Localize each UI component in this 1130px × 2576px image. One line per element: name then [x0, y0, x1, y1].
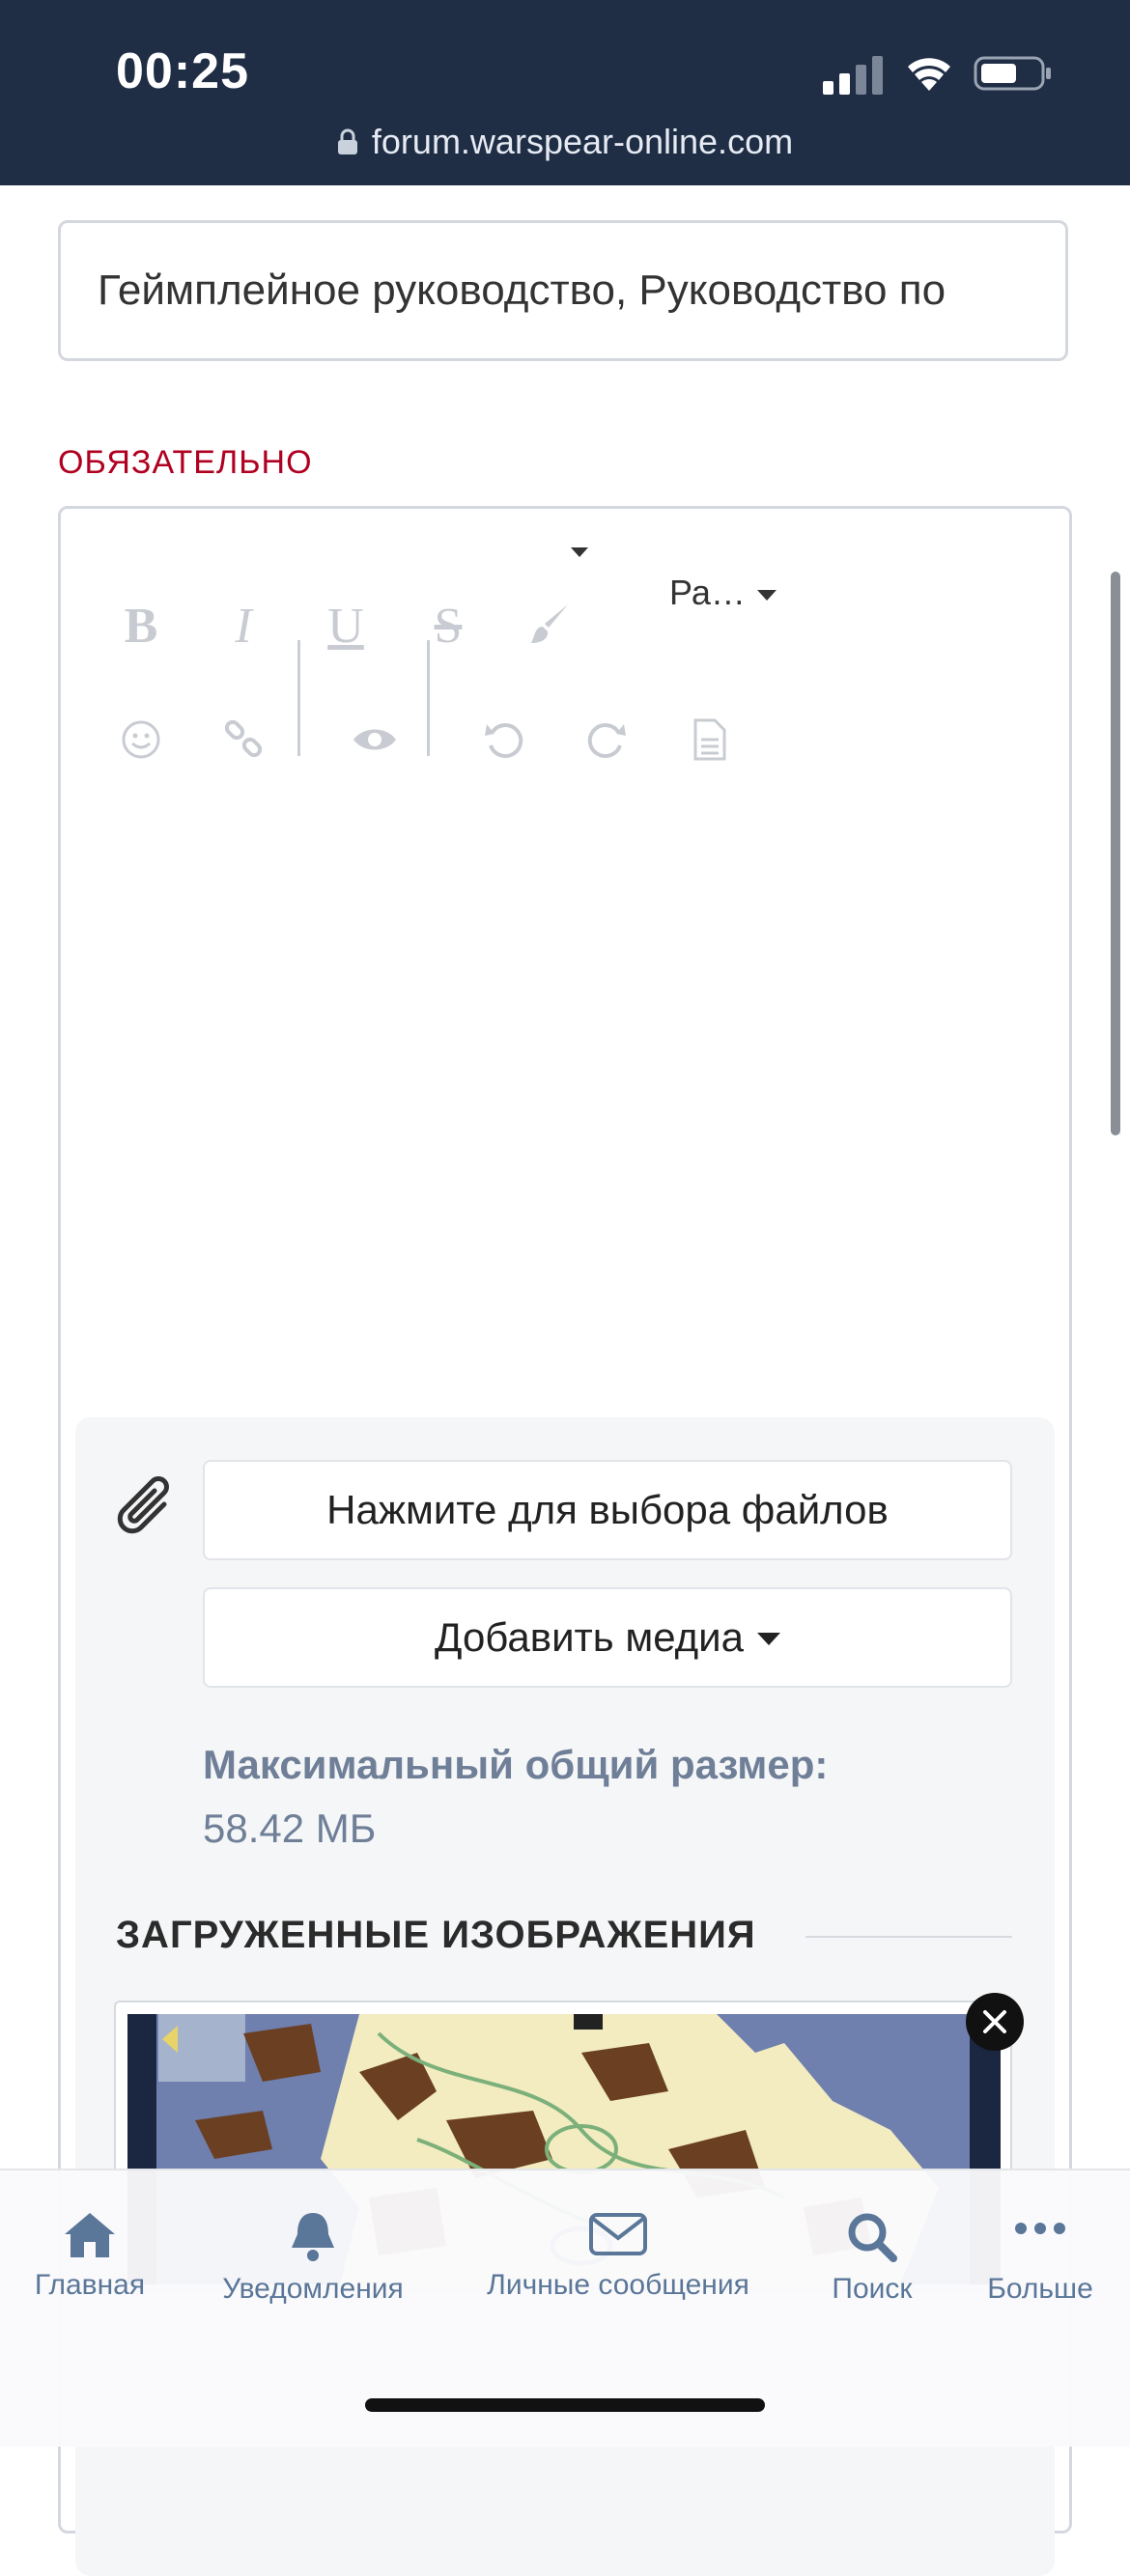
thread-title-input[interactable]: Геймплейное руководство, Руководство по	[58, 220, 1068, 361]
more-icon	[1015, 2223, 1065, 2234]
italic-icon: I	[235, 598, 252, 654]
text-color-button[interactable]	[507, 582, 594, 669]
bell-icon	[292, 2213, 334, 2261]
battery-icon	[974, 56, 1051, 91]
remove-image-button[interactable]	[966, 1993, 1024, 2051]
underline-icon: U	[327, 598, 364, 654]
choose-files-button[interactable]: Нажмите для выбора файлов	[203, 1460, 1012, 1560]
drafts-button[interactable]	[665, 696, 752, 783]
redo-icon	[587, 723, 626, 759]
heading-divider	[805, 1936, 1012, 1938]
link-icon	[224, 719, 263, 758]
add-media-button[interactable]: Добавить медиа	[203, 1587, 1012, 1688]
toolbar-separator	[427, 640, 430, 756]
url-text: forum.warspear-online.com	[371, 122, 794, 161]
max-size-value: 58.42 МБ	[203, 1806, 377, 1851]
emoji-button[interactable]	[98, 696, 184, 783]
page-scrollbar[interactable]	[1111, 572, 1120, 1135]
paperclip-icon	[117, 1476, 169, 1534]
text-color-caret-icon	[571, 547, 588, 557]
nav-more[interactable]: Больше	[977, 2209, 1103, 2306]
brush-icon	[531, 604, 568, 643]
bold-icon: B	[124, 598, 158, 654]
cellular-signal-icon	[823, 56, 883, 95]
nav-messages-label: Личные сообщения	[487, 2269, 749, 2301]
italic-button[interactable]: I	[200, 582, 287, 669]
smiley-icon	[122, 720, 160, 759]
nav-notifications[interactable]: Уведомления	[203, 2209, 423, 2306]
address-bar[interactable]: forum.warspear-online.com	[0, 122, 1130, 162]
eye-icon	[353, 729, 396, 750]
insert-link-button[interactable]	[200, 696, 287, 783]
toolbar-separator	[297, 640, 300, 756]
chevron-down-icon	[756, 590, 777, 601]
nav-search[interactable]: Поиск	[817, 2209, 927, 2306]
underline-button[interactable]: U	[302, 582, 389, 669]
paragraph-format-select[interactable]: Ра…	[669, 549, 824, 636]
strikethrough-button[interactable]: S	[405, 582, 492, 669]
nav-home-label: Главная	[34, 2269, 146, 2301]
nav-search-label: Поиск	[832, 2273, 913, 2305]
redo-button[interactable]	[563, 696, 650, 783]
required-label: ОБЯЗАТЕЛЬНО	[58, 444, 313, 481]
home-indicator[interactable]	[365, 2398, 765, 2412]
chevron-down-icon	[756, 1633, 780, 1645]
envelope-icon	[589, 2213, 647, 2255]
search-icon	[848, 2213, 897, 2262]
status-time: 00:25	[116, 43, 249, 99]
nav-home[interactable]: Главная	[23, 2209, 156, 2302]
close-icon	[983, 2010, 1006, 2033]
nav-more-label: Больше	[987, 2273, 1093, 2305]
strikethrough-icon: S	[434, 598, 463, 654]
bold-button[interactable]: B	[98, 582, 184, 669]
lock-icon	[337, 128, 357, 154]
paragraph-format-label: Ра…	[669, 573, 746, 612]
uploaded-images-heading: ЗАГРУЖЕННЫЕ ИЗОБРАЖЕНИЯ	[116, 1914, 756, 1956]
document-icon	[693, 718, 726, 761]
add-media-label: Добавить медиа	[435, 1614, 744, 1660]
nav-messages[interactable]: Личные сообщения	[475, 2209, 761, 2302]
max-size-label: Максимальный общий размер:	[203, 1742, 829, 1787]
undo-icon	[485, 723, 523, 759]
home-icon	[65, 2213, 115, 2257]
wifi-icon	[908, 58, 950, 91]
undo-button[interactable]	[461, 696, 548, 783]
preview-button[interactable]	[331, 696, 418, 783]
status-bar: 00:25 forum.warspear-online.com	[0, 0, 1130, 185]
nav-notifications-label: Уведомления	[222, 2273, 404, 2305]
